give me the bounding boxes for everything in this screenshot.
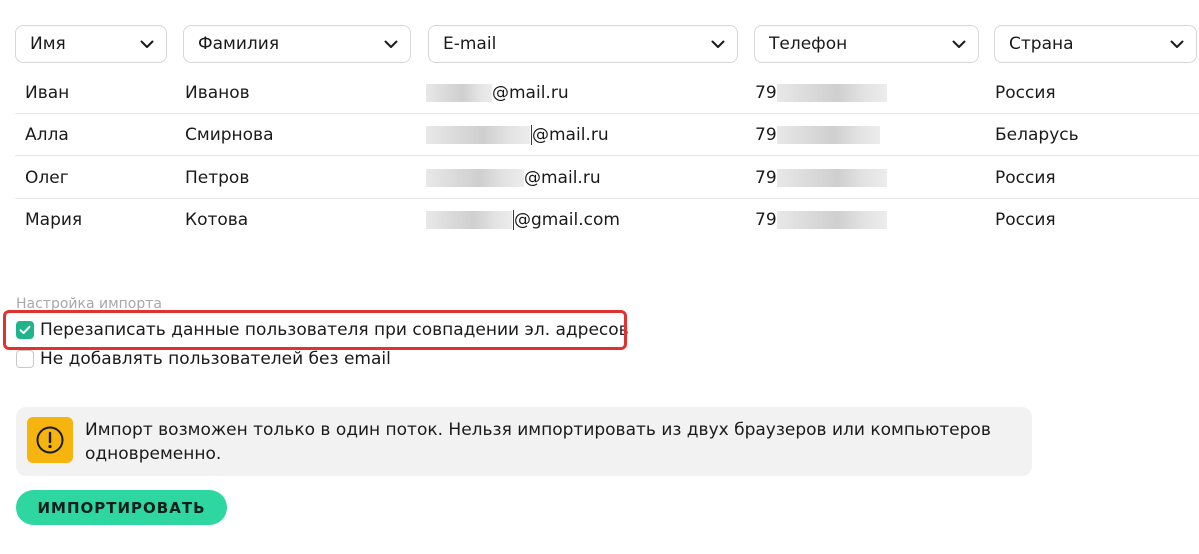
cell-phone: 79 (755, 199, 887, 241)
redacted-blur (426, 211, 512, 229)
column-select-first-name[interactable]: Имя (15, 25, 167, 63)
cell-last-name: Котова (185, 210, 249, 230)
option-skip-users-without-email[interactable]: Не добавлять пользователей без email (16, 349, 391, 369)
email-suffix: @mail.ru (492, 83, 569, 103)
phone-prefix: 79 (755, 125, 777, 145)
cell-first-name: Мария (25, 210, 83, 230)
cell-email: @gmail.com (426, 199, 620, 241)
highlight-annotation (3, 310, 627, 350)
checkbox-unchecked[interactable] (16, 350, 34, 368)
column-select-email[interactable]: E-mail (428, 25, 738, 63)
chevron-down-icon (384, 37, 398, 51)
table-row: Иван Иванов @mail.ru 79 Россия (0, 72, 1199, 114)
column-select-label: Телефон (769, 34, 848, 54)
column-select-label: Страна (1009, 34, 1074, 54)
column-select-phone[interactable]: Телефон (754, 25, 979, 63)
chevron-down-icon (711, 37, 725, 51)
row-divider (15, 155, 1199, 156)
email-suffix: @mail.ru (524, 168, 601, 188)
redacted-blur (776, 211, 887, 229)
cell-country: Россия (995, 168, 1056, 188)
redacted-blur (426, 169, 524, 187)
cell-phone: 79 (755, 157, 887, 199)
cell-last-name: Петров (185, 168, 250, 188)
cell-country: Россия (995, 83, 1056, 103)
column-select-label: Фамилия (198, 34, 280, 54)
cell-country: Россия (995, 210, 1056, 230)
cell-first-name: Олег (25, 168, 69, 188)
phone-prefix: 79 (755, 83, 777, 103)
table-row: Олег Петров @mail.ru 79 Россия (0, 157, 1199, 199)
cell-first-name: Алла (25, 125, 69, 145)
cell-first-name: Иван (25, 83, 70, 103)
redacted-blur (776, 126, 880, 144)
column-select-label: Имя (30, 34, 66, 54)
cell-phone: 79 (755, 72, 887, 114)
redacted-blur (776, 169, 887, 187)
cell-email: @mail.ru (426, 114, 609, 156)
option-label: Не добавлять пользователей без email (40, 349, 391, 369)
column-select-country[interactable]: Страна (994, 25, 1197, 63)
chevron-down-icon (1170, 37, 1184, 51)
redacted-blur (426, 84, 492, 102)
notice-text: Импорт возможен только в один поток. Нел… (85, 420, 991, 464)
cell-email: @mail.ru (426, 72, 569, 114)
cell-last-name: Смирнова (185, 125, 274, 145)
phone-prefix: 79 (755, 168, 777, 188)
warning-icon (27, 417, 73, 463)
chevron-down-icon (952, 37, 966, 51)
column-select-last-name[interactable]: Фамилия (183, 25, 411, 63)
redacted-blur (776, 84, 887, 102)
table-row: Алла Смирнова @mail.ru 79 Беларусь (0, 114, 1199, 156)
column-select-label: E-mail (443, 34, 497, 54)
cell-phone: 79 (755, 114, 880, 156)
email-suffix: @gmail.com (514, 210, 620, 230)
cell-email: @mail.ru (426, 157, 601, 199)
email-suffix: @mail.ru (532, 125, 609, 145)
cell-country: Беларусь (995, 125, 1079, 145)
import-button[interactable]: ИМПОРТИРОВАТЬ (16, 490, 227, 525)
phone-prefix: 79 (755, 210, 777, 230)
table-row: Мария Котова @gmail.com 79 Россия (0, 199, 1199, 241)
notice-banner: Импорт возможен только в один поток. Нел… (16, 407, 1032, 476)
cell-last-name: Иванов (185, 83, 250, 103)
redacted-blur (426, 126, 530, 144)
chevron-down-icon (140, 37, 154, 51)
